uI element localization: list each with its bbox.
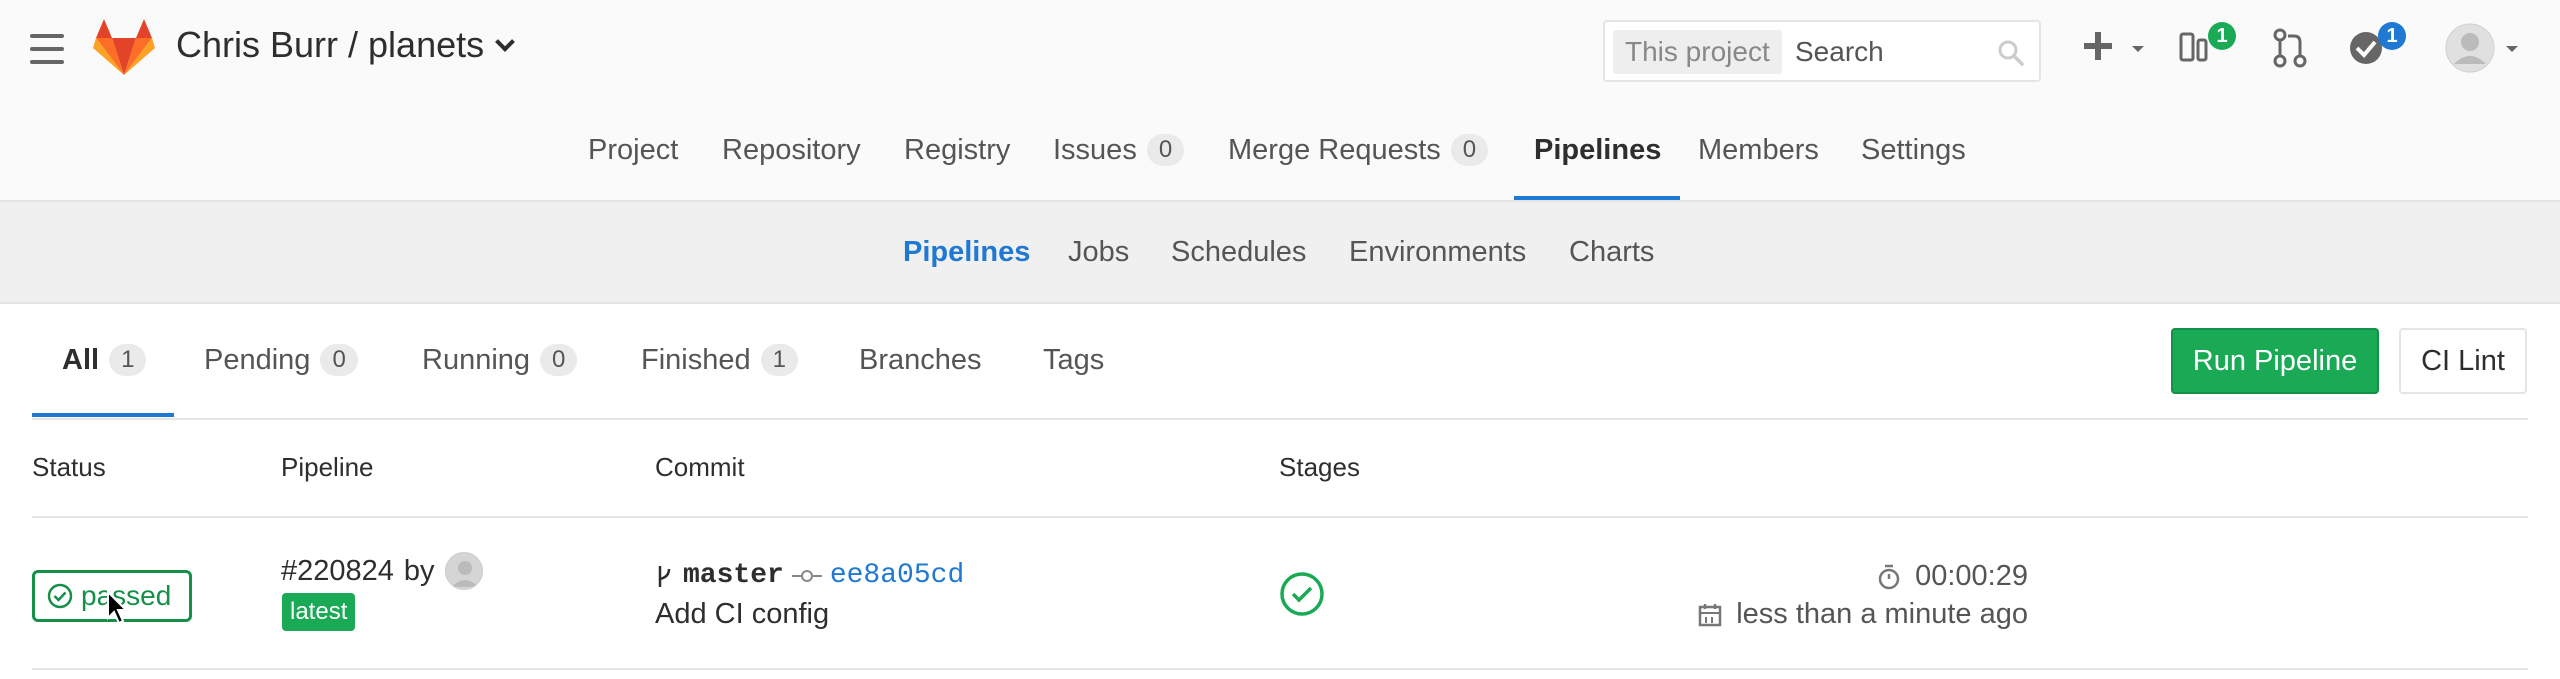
- tab-label: Running: [422, 343, 531, 376]
- column-header-pipeline: Pipeline: [281, 452, 374, 482]
- tab-running[interactable]: Running 0: [422, 304, 578, 416]
- duration-text: 00:00:29: [1915, 560, 2028, 592]
- subnav-schedules[interactable]: Schedules: [1171, 202, 1306, 302]
- issues-count: 0: [1146, 134, 1185, 166]
- tab-label: Finished: [641, 343, 751, 376]
- menu-icon[interactable]: [30, 34, 64, 64]
- header-divider: [32, 516, 2528, 518]
- tab-tags[interactable]: Tags: [1043, 304, 1104, 416]
- nav-label: Project: [588, 133, 679, 166]
- nav-label: Issues: [1053, 133, 1137, 166]
- active-tab-indicator: [32, 413, 174, 417]
- user-menu[interactable]: [2444, 22, 2524, 74]
- tab-label: Tags: [1043, 343, 1105, 376]
- column-header-stages: Stages: [1279, 452, 1360, 482]
- tab-count: 0: [320, 344, 358, 376]
- tab-branches[interactable]: Branches: [859, 304, 982, 416]
- timer-icon: [1878, 564, 1900, 589]
- plus-icon: [2084, 32, 2144, 60]
- search-icon: [1998, 40, 2024, 66]
- project-title-text: Chris Burr / planets: [176, 24, 485, 65]
- todos-badge: 1: [2378, 22, 2406, 50]
- tab-finished[interactable]: Finished 1: [641, 304, 798, 416]
- nav-project[interactable]: Project: [588, 100, 678, 200]
- tab-label: Branches: [859, 343, 982, 376]
- nav-members[interactable]: Members: [1698, 100, 1819, 200]
- tab-count: 0: [540, 344, 578, 376]
- subnav-environments[interactable]: Environments: [1349, 202, 1526, 302]
- search-scope[interactable]: This project: [1613, 30, 1782, 74]
- subnav-pipelines[interactable]: Pipelines: [903, 202, 1030, 302]
- stage-success-icon[interactable]: [1279, 571, 1325, 617]
- pipelines-sub-nav: Pipelines Jobs Schedules Environments Ch…: [0, 202, 2560, 304]
- tab-label: Pending: [204, 343, 311, 376]
- issues-badge: 1: [2208, 22, 2236, 50]
- nav-merge-requests[interactable]: Merge Requests 0: [1228, 100, 1489, 200]
- commit-icon: [791, 569, 822, 582]
- project-nav: Project Repository Registry Issues 0 Mer…: [0, 100, 2560, 202]
- pipeline-by: by: [403, 554, 435, 587]
- ci-lint-button[interactable]: CI Lint: [2399, 328, 2527, 394]
- status-success-icon: [47, 583, 73, 609]
- commit-sha[interactable]: ee8a05cd: [830, 560, 964, 591]
- nav-pipelines[interactable]: Pipelines: [1534, 100, 1661, 200]
- run-pipeline-button[interactable]: Run Pipeline: [2171, 328, 2379, 394]
- gitlab-logo[interactable]: [93, 18, 155, 76]
- nav-registry[interactable]: Registry: [904, 100, 1010, 200]
- avatar[interactable]: [444, 552, 483, 590]
- nav-label: Settings: [1861, 133, 1966, 166]
- nav-label: Pipelines: [1534, 133, 1662, 166]
- avatar: [2445, 23, 2518, 73]
- subnav-label: Jobs: [1068, 235, 1130, 268]
- latest-badge: latest: [282, 593, 356, 631]
- nav-settings[interactable]: Settings: [1861, 100, 1966, 200]
- subnav-label: Environments: [1349, 235, 1527, 268]
- pipeline-link[interactable]: #220824: [281, 555, 394, 588]
- tab-all[interactable]: All 1: [62, 304, 147, 416]
- tabs-divider: [32, 418, 2528, 420]
- chevron-down-icon: [495, 32, 516, 52]
- subnav-label: Schedules: [1171, 235, 1307, 268]
- pipeline-finished-at: less than a minute ago: [1698, 598, 2028, 631]
- merge-requests-count: 0: [1450, 134, 1489, 166]
- nav-label: Registry: [904, 133, 1011, 166]
- branch-icon: [658, 565, 671, 587]
- search-input[interactable]: [1795, 30, 1995, 74]
- tab-label: All: [62, 343, 100, 376]
- commit-title[interactable]: Add CI config: [655, 598, 829, 631]
- top-header: Chris Burr / planets This project 1: [0, 0, 2560, 100]
- pipeline-duration: 00:00:29: [1877, 560, 2028, 593]
- subnav-jobs[interactable]: Jobs: [1068, 202, 1129, 302]
- tab-pending[interactable]: Pending 0: [204, 304, 358, 416]
- column-header-commit: Commit: [655, 452, 745, 482]
- subnav-charts[interactable]: Charts: [1569, 202, 1654, 302]
- mouse-cursor-icon: [107, 590, 129, 625]
- project-title[interactable]: Chris Burr / planets: [176, 24, 516, 66]
- branch-name[interactable]: master: [683, 560, 784, 591]
- tab-count: 1: [109, 344, 147, 376]
- row-divider: [32, 668, 2528, 670]
- merge-requests-icon[interactable]: [2272, 28, 2308, 68]
- nav-repository[interactable]: Repository: [722, 100, 861, 200]
- new-item-dropdown[interactable]: [2082, 30, 2152, 66]
- search-box[interactable]: This project: [1603, 20, 2041, 82]
- active-nav-indicator: [1514, 196, 1680, 200]
- column-header-status: Status: [32, 452, 106, 482]
- nav-label: Repository: [722, 133, 861, 166]
- commit-ref: master ee8a05cd: [655, 560, 964, 591]
- pipeline-info: #220824 by: [281, 552, 483, 590]
- tab-count: 1: [760, 344, 798, 376]
- subnav-label: Charts: [1569, 235, 1655, 268]
- nav-issues[interactable]: Issues 0: [1053, 100, 1185, 200]
- subnav-label: Pipelines: [903, 235, 1031, 268]
- finished-text: less than a minute ago: [1736, 598, 2028, 630]
- nav-label: Merge Requests: [1228, 133, 1441, 166]
- calendar-icon: [1698, 603, 1722, 626]
- nav-label: Members: [1698, 133, 1819, 166]
